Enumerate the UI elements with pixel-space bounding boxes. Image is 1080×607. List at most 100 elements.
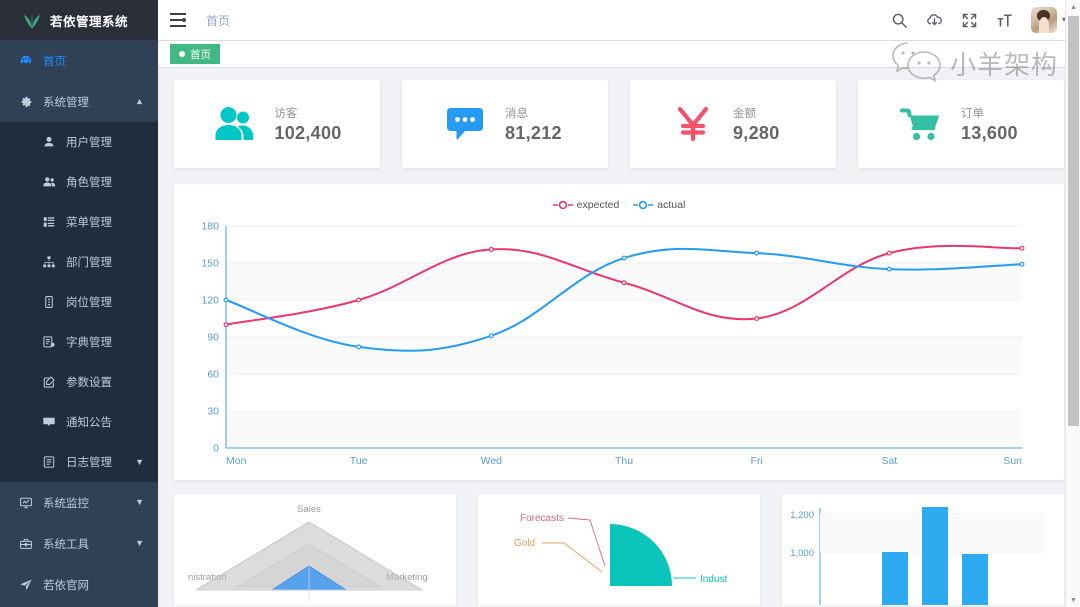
dashboard-icon xyxy=(18,53,33,68)
svg-text:Wed: Wed xyxy=(481,455,503,467)
sitemap-icon xyxy=(42,255,56,270)
svg-text:Sun: Sun xyxy=(1003,455,1022,467)
message-icon xyxy=(42,415,56,430)
sidebar-logo[interactable]: 若依管理系统 xyxy=(0,0,158,40)
stat-card-messages-label: 消息 xyxy=(505,107,528,120)
line-chart-canvas: 0 30 60 90 120 150 180 Mon Tue Wed Thu Fri Sat Sun xyxy=(184,216,1054,476)
shopping-cart-icon xyxy=(899,102,943,146)
sidebar-item-home-label: 首页 xyxy=(43,55,66,68)
svg-text:60: 60 xyxy=(207,369,219,381)
sidebar-item-dict-management[interactable]: 字典管理 xyxy=(0,322,158,362)
post-icon xyxy=(42,295,56,310)
tag-home[interactable]: 首页 xyxy=(170,44,220,64)
stat-card-visitors[interactable]: 访客 102,400 xyxy=(174,80,380,168)
legend-marker-actual xyxy=(633,200,654,210)
sidebar-item-user-management[interactable]: 用户管理 xyxy=(0,122,158,162)
sidebar-item-log-management[interactable]: 日志管理 ▼ xyxy=(0,442,158,482)
bar-chart-panel: 1,200 1,000 xyxy=(782,494,1064,605)
gear-icon xyxy=(18,94,33,109)
radar-chart-panel: Sales nistration Marketing xyxy=(174,494,456,605)
sidebar-item-notice[interactable]: 通知公告 xyxy=(0,402,158,442)
avatar xyxy=(1030,7,1057,33)
sidebar-menu: 首页 系统管理 ▼ 用户管理 角色管理 菜单管理 部门管理 岗位管理 字典管理 … xyxy=(0,40,158,605)
chevron-down-icon: ▼ xyxy=(135,497,144,507)
chevron-up-icon: ▼ xyxy=(135,97,144,107)
sidebar-item-log-management-label: 日志管理 xyxy=(66,457,112,469)
sidebar-item-menu-management[interactable]: 菜单管理 xyxy=(0,202,158,242)
font-size-icon[interactable] xyxy=(996,12,1013,29)
svg-text:150: 150 xyxy=(201,258,219,270)
breadcrumb: 首页 xyxy=(206,13,231,28)
legend-marker-expected xyxy=(552,200,573,210)
scrollbar-thumb[interactable] xyxy=(1068,16,1079,426)
log-icon xyxy=(42,455,56,470)
sidebar-submenu-system: 用户管理 角色管理 菜单管理 部门管理 岗位管理 字典管理 参数设置 通知公告 … xyxy=(0,122,158,482)
hamburger-icon[interactable] xyxy=(170,13,186,27)
stat-card-amount[interactable]: 金额 9,280 xyxy=(630,80,836,168)
stat-card-orders-label: 订单 xyxy=(961,107,984,120)
sidebar-item-notice-label: 通知公告 xyxy=(66,417,112,429)
tag-home-label: 首页 xyxy=(190,48,211,61)
leaf-icon xyxy=(22,11,42,29)
svg-text:Mon: Mon xyxy=(226,455,247,467)
svg-text:120: 120 xyxy=(201,295,219,307)
stat-card-orders-value: 13,600 xyxy=(961,122,1018,143)
sidebar-item-official-site-label: 若依官网 xyxy=(43,579,89,592)
legend-item-expected[interactable]: expected xyxy=(552,199,620,211)
active-dot-icon xyxy=(179,51,185,57)
stat-card-orders[interactable]: 订单 13,600 xyxy=(858,80,1064,168)
menu-list-icon xyxy=(42,215,56,230)
sidebar-item-system-management[interactable]: 系统管理 ▼ xyxy=(0,81,158,122)
sidebar-item-system-monitor[interactable]: 系统监控 ▼ xyxy=(0,482,158,523)
line-chart-svg: 0 30 60 90 120 150 180 Mon Tue Wed Thu Fri Sat Sun xyxy=(201,221,1025,467)
stat-card-visitors-text: 访客 102,400 xyxy=(274,105,341,144)
stat-card-visitors-value: 102,400 xyxy=(274,122,342,143)
stat-card-row: 访客 102,400 消息 81,212 金额 9,280 订单 13,600 xyxy=(174,80,1064,168)
stat-card-amount-label: 金额 xyxy=(733,107,756,120)
sidebar-item-system-tools[interactable]: 系统工具 ▼ xyxy=(0,523,158,564)
bar-ytick-1200: 1,200 xyxy=(790,510,814,521)
legend-label-expected: expected xyxy=(576,199,620,211)
navbar-actions: ▾ xyxy=(891,7,1066,33)
sidebar-item-param-settings[interactable]: 参数设置 xyxy=(0,362,158,402)
yen-icon xyxy=(671,102,715,146)
top-navbar: 首页 ▾ xyxy=(158,0,1080,40)
svg-text:0: 0 xyxy=(213,443,219,455)
sidebar-item-dept-management-label: 部门管理 xyxy=(66,257,112,269)
dictionary-icon xyxy=(42,335,56,350)
pie-chart-svg: Forecasts Gold Indust xyxy=(514,513,727,586)
sidebar-item-dict-management-label: 字典管理 xyxy=(66,337,112,349)
sidebar-item-role-management[interactable]: 角色管理 xyxy=(0,162,158,202)
pie-label-forecasts: Forecasts xyxy=(520,513,564,524)
legend-label-actual: actual xyxy=(657,199,686,211)
sidebar-item-official-site[interactable]: 若依官网 xyxy=(0,564,158,605)
line-chart-legend: expected actual xyxy=(184,194,1054,216)
sidebar-item-dept-management[interactable]: 部门管理 xyxy=(0,242,158,282)
svg-text:180: 180 xyxy=(201,221,219,233)
search-icon[interactable] xyxy=(891,12,908,29)
sidebar-item-menu-management-label: 菜单管理 xyxy=(66,217,112,229)
sidebar-item-home[interactable]: 首页 xyxy=(0,40,158,81)
sidebar-item-post-management[interactable]: 岗位管理 xyxy=(0,282,158,322)
legend-item-actual[interactable]: actual xyxy=(633,199,685,211)
svg-text:Thu: Thu xyxy=(615,455,633,467)
fullscreen-icon[interactable] xyxy=(961,12,978,29)
sidebar-item-param-settings-label: 参数设置 xyxy=(66,377,112,389)
scroll-down-arrow-icon[interactable]: ▼ xyxy=(1066,593,1080,607)
svg-text:Fri: Fri xyxy=(751,455,763,467)
stat-card-amount-text: 金额 9,280 xyxy=(733,105,795,144)
scroll-up-arrow-icon[interactable]: ▲ xyxy=(1066,0,1080,14)
avatar-dropdown[interactable]: ▾ xyxy=(1030,7,1066,33)
cloud-download-icon[interactable] xyxy=(926,12,943,29)
stat-card-messages-value: 81,212 xyxy=(505,122,562,143)
stat-card-messages[interactable]: 消息 81,212 xyxy=(402,80,608,168)
sidebar-item-system-monitor-label: 系统监控 xyxy=(43,497,89,510)
bar-ytick-1000: 1,000 xyxy=(790,548,814,559)
sidebar-logo-text: 若依管理系统 xyxy=(50,14,129,29)
edit-square-icon xyxy=(42,375,56,390)
sidebar-item-system-tools-label: 系统工具 xyxy=(43,538,89,551)
radar-axis-label-sales: Sales xyxy=(297,504,321,515)
sidebar-item-system-management-label: 系统管理 xyxy=(43,96,89,109)
page-scrollbar[interactable]: ▲ ▼ xyxy=(1065,0,1080,607)
chevron-down-icon: ▼ xyxy=(135,538,144,548)
